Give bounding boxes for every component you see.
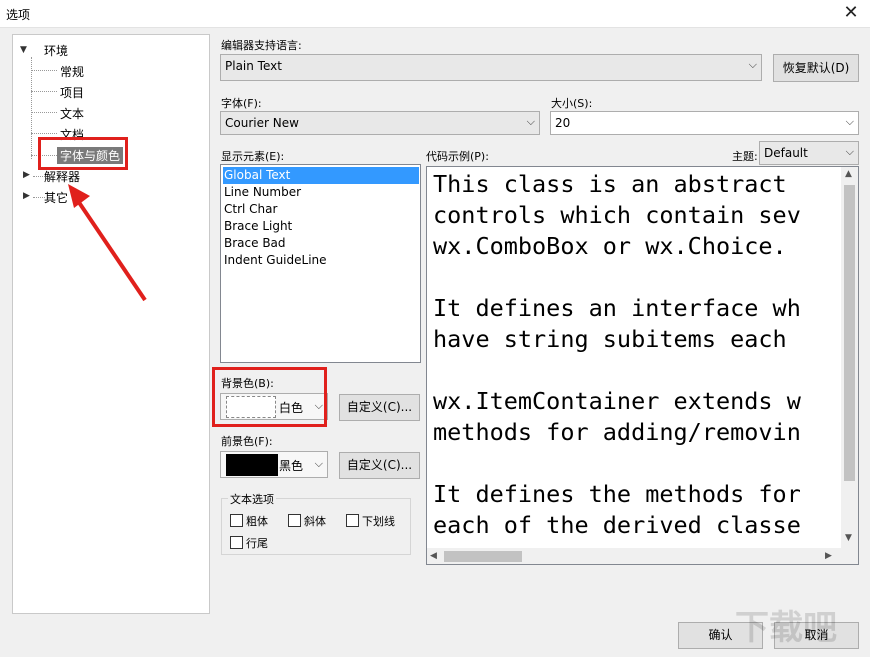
editor-language-select[interactable]: Plain Text ⌵: [220, 54, 762, 81]
theme-label: 主题:: [732, 150, 758, 163]
code-line: wx.ItemContainer extends w: [433, 387, 801, 415]
window-title: 选项: [6, 8, 31, 22]
list-item[interactable]: Indent GuideLine: [223, 252, 327, 269]
chevron-down-icon: ⌵: [845, 115, 854, 128]
tree-connector: [31, 70, 57, 71]
chevron-down-icon: ⌵: [748, 58, 757, 71]
eol-checkbox[interactable]: [230, 536, 243, 549]
eol-label: 行尾: [246, 537, 268, 550]
theme-value: Default: [764, 146, 808, 160]
code-line: have string subitems each: [433, 325, 787, 353]
tree-connector: [31, 112, 57, 113]
list-item[interactable]: Brace Bad: [223, 235, 286, 252]
tree-item-environment[interactable]: 环境: [44, 42, 68, 59]
display-elements-label: 显示元素(E):: [221, 150, 285, 163]
background-custom-button[interactable]: 自定义(C)...: [339, 394, 420, 421]
code-sample-label: 代码示例(P):: [426, 150, 489, 163]
size-value: 20: [555, 116, 571, 130]
foreground-color-name: 黑色: [279, 459, 304, 473]
scroll-left-icon[interactable]: ◀: [430, 551, 437, 561]
code-line: This class is an abstract: [433, 170, 787, 198]
size-select[interactable]: 20 ⌵: [550, 111, 859, 135]
expanded-triangle-icon[interactable]: ▼: [20, 45, 27, 55]
editor-language-label: 编辑器支持语言:: [221, 39, 302, 52]
font-label: 字体(F):: [221, 97, 262, 110]
list-item[interactable]: Brace Light: [223, 218, 292, 235]
scroll-down-icon[interactable]: ▼: [845, 533, 852, 543]
red-arrow-annotation: [68, 184, 147, 302]
chevron-down-icon: ⌵: [314, 457, 323, 470]
size-label: 大小(S):: [551, 97, 593, 110]
display-elements-list[interactable]: Global Text Line Number Ctrl Char Brace …: [220, 164, 421, 363]
theme-select[interactable]: Default ⌵: [759, 141, 859, 165]
title-bar: 选项 ✕: [0, 0, 870, 28]
list-item[interactable]: Ctrl Char: [223, 201, 277, 218]
highlight-box-tree: [38, 137, 128, 170]
bold-label: 粗体: [246, 515, 268, 528]
vertical-scroll-thumb[interactable]: [844, 185, 855, 481]
code-line: each of the derived classe: [433, 511, 801, 539]
tree-connector: [31, 57, 32, 159]
highlight-box-background: [212, 367, 327, 427]
foreground-color-select[interactable]: 黑色 ⌵: [220, 451, 328, 478]
collapsed-triangle-icon[interactable]: ▶: [23, 170, 30, 180]
black-color-swatch: [226, 454, 278, 476]
code-line: It defines the methods for: [433, 480, 801, 508]
chevron-down-icon: ⌵: [845, 145, 854, 158]
code-line: controls which contain sev: [433, 201, 801, 229]
list-item[interactable]: Global Text: [223, 167, 419, 184]
horizontal-scroll-thumb[interactable]: [444, 551, 522, 562]
options-tree: ▼ 环境 常规 项目 文本 文档 字体与颜色 ▶ 解释器 ▶ 其它: [12, 34, 210, 614]
italic-checkbox[interactable]: [288, 514, 301, 527]
foreground-color-label: 前景色(F):: [221, 435, 273, 448]
list-item[interactable]: Line Number: [223, 184, 301, 201]
tree-connector: [31, 91, 57, 92]
chevron-down-icon: ⌵: [526, 115, 535, 128]
tree-item-general[interactable]: 常规: [60, 63, 84, 80]
tree-item-text[interactable]: 文本: [60, 105, 84, 122]
underline-checkbox[interactable]: [346, 514, 359, 527]
scroll-up-icon[interactable]: ▲: [845, 169, 852, 179]
font-value: Courier New: [225, 116, 299, 130]
watermark-logo: 下载吧: [735, 608, 837, 648]
reset-default-button[interactable]: 恢复默认(D): [773, 54, 859, 82]
code-line: It defines an interface wh: [433, 294, 801, 322]
scroll-right-icon[interactable]: ▶: [825, 551, 832, 561]
italic-label: 斜体: [304, 515, 326, 528]
font-select[interactable]: Courier New ⌵: [220, 111, 540, 135]
code-line: methods for adding/removin: [433, 418, 801, 446]
code-line: wx.ComboBox or wx.Choice.: [433, 232, 787, 260]
horizontal-scrollbar[interactable]: ◀ ▶: [427, 548, 858, 564]
code-sample-view[interactable]: This class is an abstract controls which…: [426, 166, 859, 565]
bold-checkbox[interactable]: [230, 514, 243, 527]
underline-label: 下划线: [362, 515, 395, 528]
editor-language-value: Plain Text: [225, 59, 282, 73]
collapsed-triangle-icon[interactable]: ▶: [23, 191, 30, 201]
close-icon[interactable]: ✕: [840, 2, 862, 24]
vertical-scrollbar[interactable]: ▲ ▼: [841, 167, 858, 548]
text-options-label: 文本选项: [228, 491, 276, 507]
foreground-custom-button[interactable]: 自定义(C)...: [339, 452, 420, 479]
tree-item-project[interactable]: 项目: [60, 84, 84, 101]
tree-connector: [31, 133, 57, 134]
